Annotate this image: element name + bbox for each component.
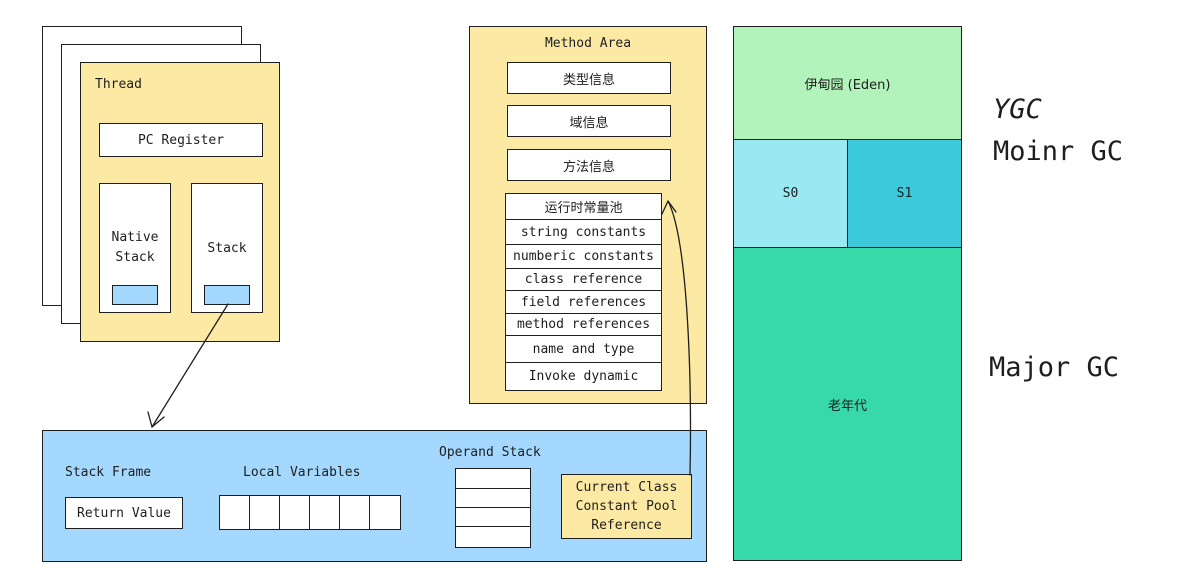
stack-to-frame-arrow: [151, 303, 229, 428]
frame-to-pool-arrow: [667, 200, 692, 476]
frame-to-pool-arrowhead: [661, 200, 677, 215]
connector-arrows: [147, 200, 692, 476]
